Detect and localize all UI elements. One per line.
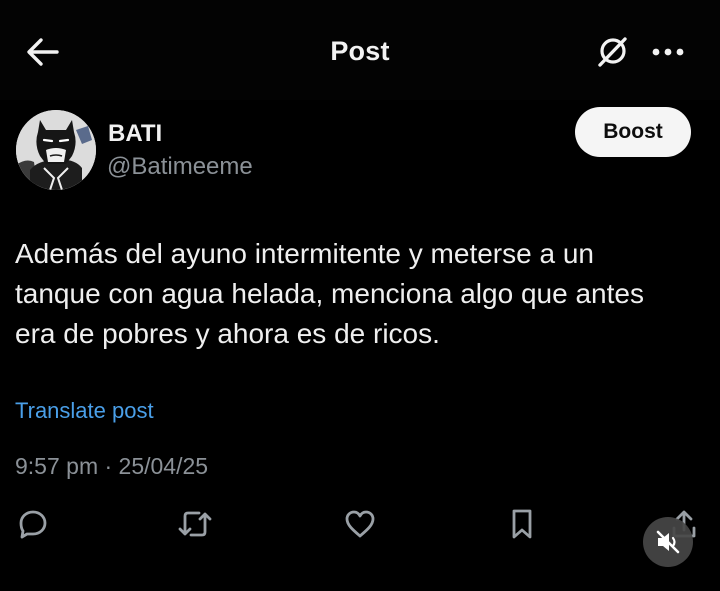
repost-icon [178, 511, 212, 537]
speaker-muted-icon [656, 530, 680, 554]
translate-post-link[interactable]: Translate post [15, 398, 154, 424]
heart-icon [345, 510, 375, 538]
reply-button[interactable] [13, 504, 53, 544]
bookmark-icon [512, 509, 532, 539]
more-dots-icon [652, 48, 684, 56]
post-timestamp: 9:57 pm · 25/04/25 [15, 453, 209, 479]
post-text: Además del ayuno intermitente y meterse … [15, 238, 644, 349]
top-bar: Post [0, 0, 720, 100]
bookmark-button[interactable] [502, 504, 542, 544]
mute-toggle-button[interactable] [643, 517, 693, 567]
like-button[interactable] [340, 504, 380, 544]
boost-button[interactable]: Boost [575, 107, 691, 157]
author-name[interactable]: BATI [108, 120, 162, 148]
reply-bubble-icon [19, 510, 47, 539]
batman-avatar [16, 110, 96, 190]
author-handle[interactable]: @Batimeeme [107, 153, 253, 181]
more-options-button[interactable] [646, 34, 690, 70]
repost-button[interactable] [175, 504, 215, 544]
grok-icon [598, 37, 627, 67]
avatar[interactable] [16, 110, 96, 190]
grok-button[interactable] [592, 32, 632, 72]
